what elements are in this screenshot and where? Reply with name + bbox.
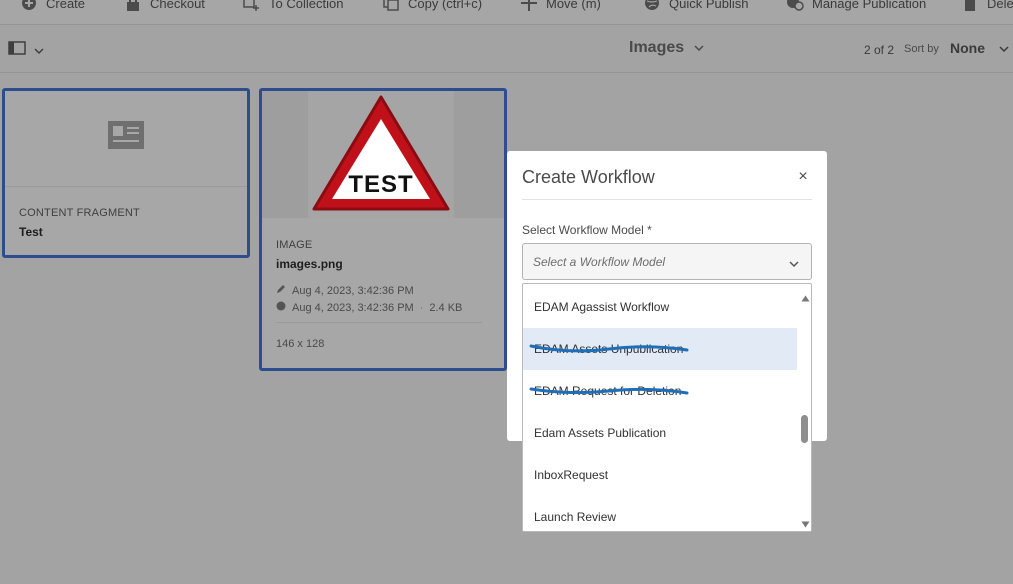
delete-label: Dele — [987, 0, 1013, 11]
meta-separator: · — [419, 301, 424, 314]
manage-publication-label: Manage Publication — [812, 0, 927, 11]
sidebar-toggle-icon — [8, 41, 26, 60]
option-label: InboxRequest — [534, 468, 609, 482]
workflow-option[interactable]: Launch Review — [523, 496, 797, 531]
chevron-down-icon — [789, 257, 799, 271]
workflow-option[interactable]: EDAM Assets Unpublication — [523, 328, 797, 370]
copy-icon — [382, 0, 400, 12]
dialog-title: Create Workflow — [522, 167, 655, 187]
scroll-up-arrow-icon[interactable] — [801, 289, 810, 307]
globe-icon — [643, 0, 661, 12]
rail-toggle-button[interactable] — [8, 41, 44, 60]
card-thumbnail — [5, 91, 247, 187]
asset-type: CONTENT FRAGMENT — [19, 207, 140, 219]
warning-sign-image: TEST — [308, 91, 454, 218]
asset-title: images.png — [276, 257, 343, 271]
asset-card-content-fragment[interactable]: CONTENT FRAGMENT Test — [2, 88, 250, 258]
sort-label: Sort by — [904, 43, 939, 55]
plus-circle-icon — [20, 0, 38, 12]
create-label: Create — [46, 0, 86, 11]
manage-publication-button[interactable]: Manage Publication — [786, 0, 926, 13]
move-icon — [520, 0, 538, 12]
close-icon: × — [798, 168, 808, 185]
scroll-down-arrow-icon[interactable] — [801, 515, 810, 531]
globe-clock-icon — [786, 0, 804, 12]
view-title: Images — [629, 39, 685, 56]
to-collection-button[interactable]: To Collection — [243, 0, 343, 13]
asset-type: IMAGE — [276, 239, 313, 251]
workflow-option[interactable]: InboxRequest — [523, 454, 797, 496]
card-divider — [276, 322, 482, 323]
workflow-option[interactable]: EDAM Request for Deletion — [523, 370, 797, 412]
dialog-divider — [522, 199, 812, 200]
copy-label: Copy (ctrl+c) — [408, 0, 483, 11]
sort-value: None — [950, 40, 985, 56]
chevron-down-icon — [999, 40, 1009, 56]
trash-icon — [961, 0, 979, 12]
option-label: Launch Review — [534, 510, 617, 524]
copy-button[interactable]: Copy (ctrl+c) — [382, 0, 482, 13]
action-toolbar: Create Checkout To Collection Copy (ctrl… — [0, 0, 1013, 25]
pencil-icon — [276, 284, 286, 297]
scroll-thumb[interactable] — [801, 415, 808, 443]
asset-card-image[interactable]: TEST IMAGE images.png Aug 4, 2023, 3:42:… — [259, 88, 507, 371]
workflow-option[interactable]: EDAM Agassist Workflow — [523, 286, 797, 328]
option-label: EDAM Request for Deletion — [534, 384, 682, 398]
workflow-model-listbox[interactable]: EDAM Agassist Workflow EDAM Assets Unpub… — [522, 283, 812, 532]
listbox-scrollbar[interactable] — [798, 284, 811, 531]
delete-button[interactable]: Dele — [961, 0, 1013, 13]
globe-icon — [276, 301, 286, 314]
published-row: Aug 4, 2023, 3:42:36 PM · 2.4 KB — [276, 301, 462, 314]
chevron-down-icon — [34, 42, 44, 60]
workflow-model-label: Select Workflow Model * — [522, 223, 652, 237]
move-label: Move (m) — [546, 0, 601, 11]
asset-title: Test — [19, 225, 43, 239]
checkout-label: Checkout — [150, 0, 205, 11]
lock-icon — [124, 0, 142, 12]
close-button[interactable]: × — [795, 169, 811, 185]
option-label: Edam Assets Publication — [534, 426, 667, 440]
move-button[interactable]: Move (m) — [520, 0, 601, 13]
item-count: 2 of 2 — [864, 43, 895, 57]
option-label: EDAM Agassist Workflow — [534, 300, 670, 314]
to-collection-label: To Collection — [269, 0, 344, 11]
select-placeholder: Select a Workflow Model — [533, 254, 666, 269]
create-button[interactable]: Create — [20, 0, 85, 13]
workflow-option[interactable]: Edam Assets Publication — [523, 412, 797, 454]
workflow-model-select[interactable]: Select a Workflow Model — [522, 243, 812, 280]
modified-date: Aug 4, 2023, 3:42:36 PM — [292, 284, 414, 297]
collection-add-icon — [243, 0, 261, 12]
modified-row: Aug 4, 2023, 3:42:36 PM — [276, 284, 414, 297]
sign-text: TEST — [348, 171, 414, 198]
image-dimensions: 146 x 128 — [276, 338, 325, 350]
chevron-down-icon — [694, 39, 704, 57]
content-fragment-icon — [107, 120, 145, 157]
card-thumbnail: TEST — [262, 91, 504, 218]
quick-publish-label: Quick Publish — [669, 0, 749, 11]
published-date: Aug 4, 2023, 3:42:36 PM — [292, 301, 414, 314]
file-size: 2.4 KB — [429, 301, 463, 314]
content-header: Images 2 of 2 Sort by None — [0, 25, 1013, 73]
quick-publish-button[interactable]: Quick Publish — [643, 0, 748, 13]
checkout-button[interactable]: Checkout — [124, 0, 205, 13]
option-label: EDAM Assets Unpublication — [534, 342, 684, 356]
view-switcher[interactable]: Images — [629, 39, 704, 57]
sort-dropdown[interactable]: None — [950, 40, 1009, 56]
